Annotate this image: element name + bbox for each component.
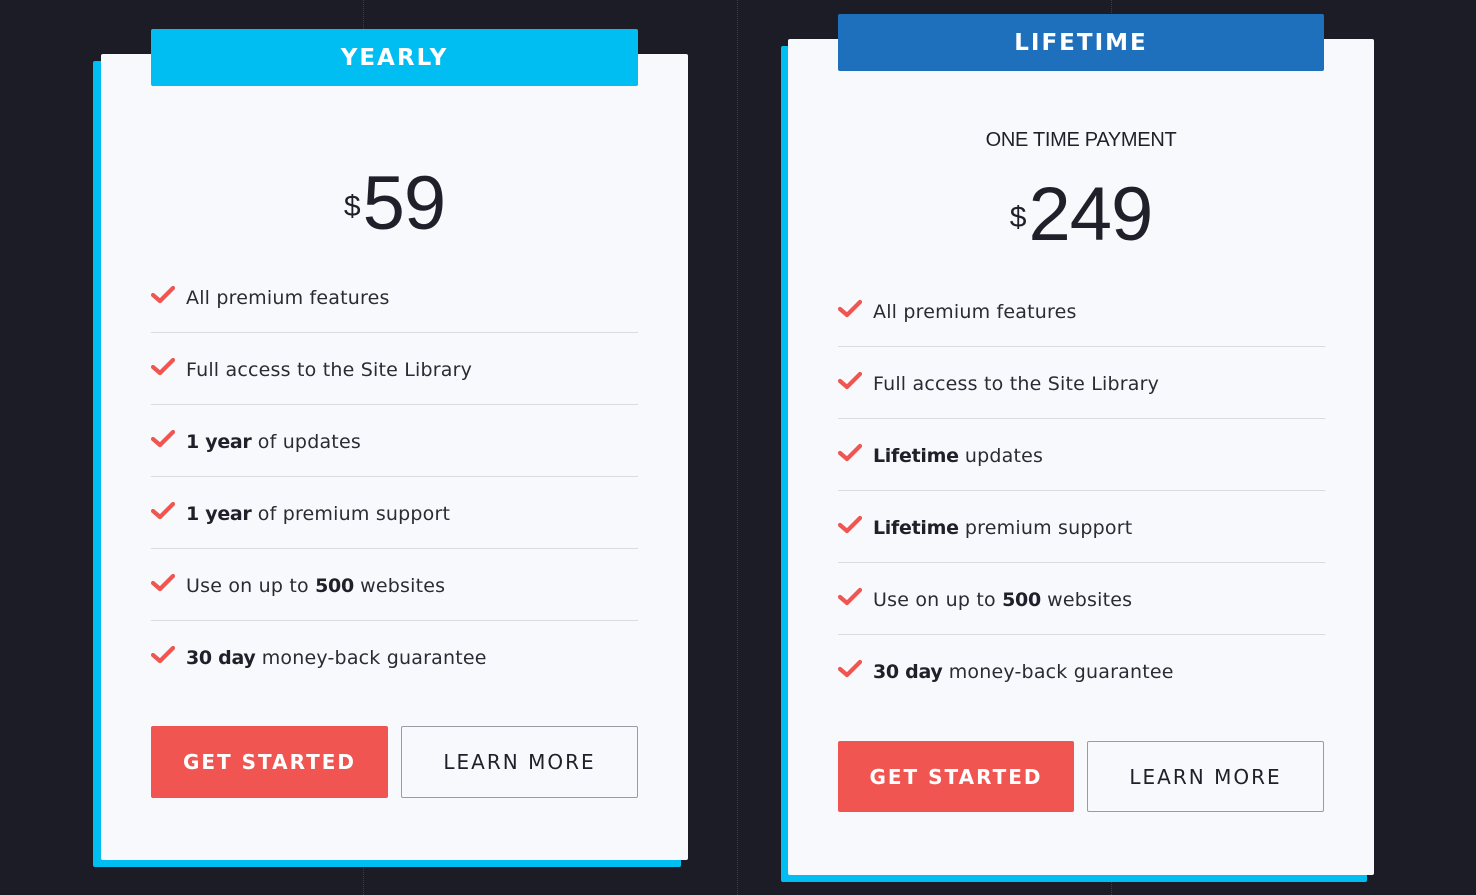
feature-item: All premium features <box>838 275 1325 347</box>
feature-text: Lifetime premium support <box>873 516 1133 539</box>
feature-item: Full access to the Site Library <box>151 333 638 405</box>
feature-item: 1 year of premium support <box>151 477 638 549</box>
feature-list: All premium features Full access to the … <box>838 275 1325 707</box>
feature-item: Use on up to 500 websites <box>838 563 1325 635</box>
check-icon <box>838 299 862 317</box>
feature-item: 30 day money-back guarantee <box>838 635 1325 707</box>
feature-item: Use on up to 500 websites <box>151 549 638 621</box>
feature-text: All premium features <box>186 286 390 309</box>
feature-text: Full access to the Site Library <box>873 372 1160 395</box>
check-icon <box>838 587 862 605</box>
check-icon <box>151 285 175 303</box>
feature-text: All premium features <box>873 300 1077 323</box>
plan-subtitle: ONE TIME PAYMENT <box>985 129 1177 151</box>
card-body: ONE TIME PAYMENT $ 249 All premium featu… <box>788 39 1374 875</box>
currency-symbol: $ <box>1009 201 1027 234</box>
learn-more-button[interactable]: LEARN MORE <box>401 726 638 798</box>
check-icon <box>151 573 175 591</box>
feature-text: Use on up to 500 websites <box>186 574 446 597</box>
price: $ 249 <box>788 177 1374 253</box>
check-icon <box>151 501 175 519</box>
check-icon <box>838 443 862 461</box>
currency-symbol: $ <box>343 190 361 223</box>
feature-text: Lifetime updates <box>873 444 1044 467</box>
feature-text: 1 year of updates <box>186 430 361 453</box>
check-icon <box>151 429 175 447</box>
feature-item: Lifetime premium support <box>838 491 1325 563</box>
feature-text: 30 day money-back guarantee <box>873 661 1174 683</box>
check-icon <box>151 357 175 375</box>
feature-text: 30 day money-back guarantee <box>186 647 487 669</box>
check-icon <box>838 659 862 678</box>
plan-title-banner: LIFETIME <box>838 14 1324 71</box>
price-amount: 59 <box>362 161 447 246</box>
feature-text: Full access to the Site Library <box>186 358 473 381</box>
feature-item: 1 year of updates <box>151 405 638 477</box>
feature-list: All premium features Full access to the … <box>151 261 638 693</box>
feature-text: Use on up to 500 websites <box>873 588 1133 611</box>
learn-more-button[interactable]: LEARN MORE <box>1087 741 1324 812</box>
background-grid-line <box>737 0 738 895</box>
card-body: $ 59 All premium features Full access to… <box>101 54 688 860</box>
price-amount: 249 <box>1028 172 1153 257</box>
feature-item: Lifetime updates <box>838 419 1325 491</box>
get-started-button[interactable]: GET STARTED <box>838 741 1074 812</box>
feature-text: 1 year of premium support <box>186 502 451 525</box>
price: $ 59 <box>101 166 688 242</box>
get-started-button[interactable]: GET STARTED <box>151 726 388 798</box>
feature-item: All premium features <box>151 261 638 333</box>
check-icon <box>838 371 862 389</box>
feature-item: 30 day money-back guarantee <box>151 621 638 693</box>
feature-item: Full access to the Site Library <box>838 347 1325 419</box>
check-icon <box>151 645 175 664</box>
check-icon <box>838 515 862 533</box>
plan-title-banner: YEARLY <box>151 29 638 86</box>
